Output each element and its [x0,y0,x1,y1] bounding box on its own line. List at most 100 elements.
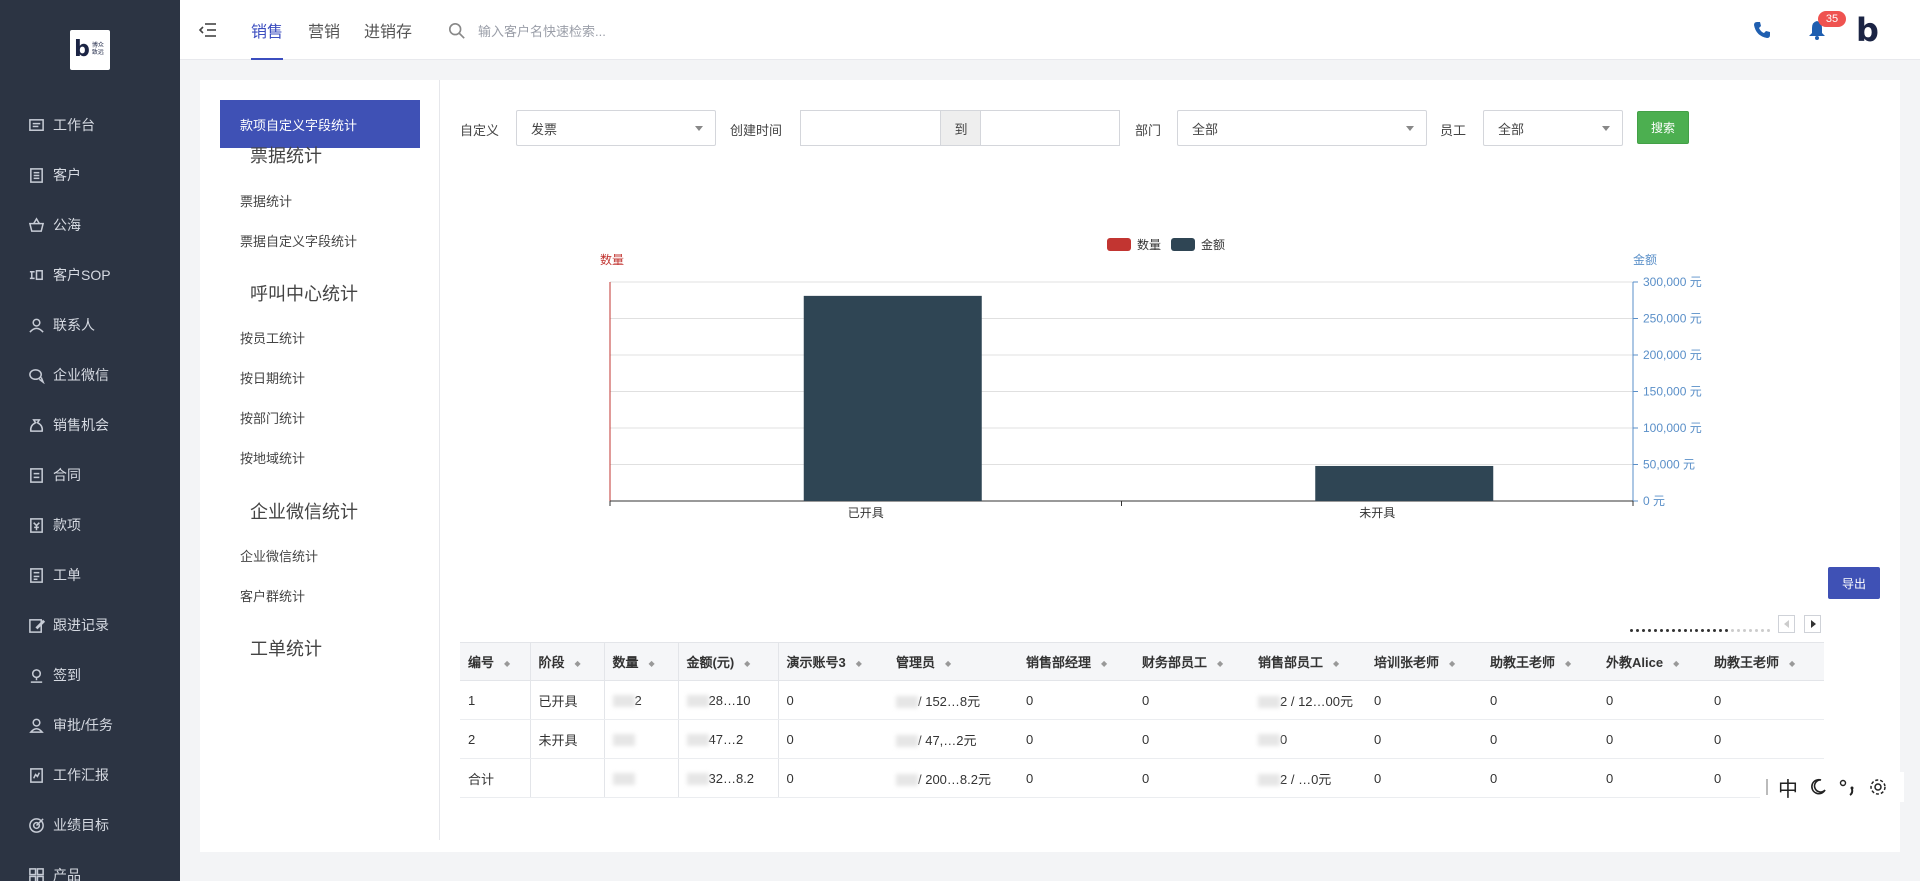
menu-collapse-icon[interactable] [198,20,218,40]
date-end-input[interactable] [980,110,1120,146]
legend-label[interactable]: 数量 [1137,237,1161,252]
search-button[interactable]: 搜索 [1637,111,1689,144]
app-logo[interactable]: b 博众致远 [70,30,110,70]
date-start-input[interactable] [800,110,941,146]
column-header[interactable]: 编号 ◆ [460,642,531,681]
legend-swatch[interactable] [1171,238,1195,251]
column-header[interactable]: 培训张老师 ◆ [1366,642,1482,681]
scroll-dot [1689,628,1693,632]
export-button[interactable]: 导出 [1828,567,1880,599]
sort-icon[interactable]: ◆ [1101,659,1107,668]
column-header[interactable]: 外教Alice ◆ [1598,642,1706,681]
sidebar-item[interactable]: 工作汇报 [0,750,180,800]
person-icon [29,318,44,333]
sort-icon[interactable]: ◆ [575,659,581,668]
gear-icon[interactable] [1868,777,1888,797]
sort-icon[interactable]: ◆ [1673,659,1679,668]
table-cell-text: 2 / …0元 [1280,771,1332,787]
punctuation-icon[interactable] [1838,777,1858,797]
sidebar-item[interactable]: 企业微信 [0,350,180,400]
table-cell-text: 0 [786,770,794,786]
tab-marketing[interactable]: 营销 [308,18,340,60]
scroll-left-button[interactable] [1778,615,1795,633]
custom-field-select[interactable]: 发票 [516,110,716,146]
sort-icon[interactable]: ◆ [744,659,750,668]
sort-icon[interactable]: ◆ [1449,659,1455,668]
table-cell-text: 0 [1490,770,1498,786]
scroll-dot [1749,628,1753,632]
column-header[interactable]: 销售部员工 ◆ [1250,642,1366,681]
submenu-item[interactable]: 按部门统计 [240,408,305,427]
input-tool-strip: 中 [1760,772,1904,802]
grid-icon [29,867,44,881]
column-header-label: 数量 [612,655,639,670]
sort-icon[interactable]: ◆ [856,659,862,668]
staff-select[interactable]: 全部 [1483,110,1623,146]
submenu-item[interactable]: 企业微信统计 [240,546,318,565]
table-cell-text: 0 [1606,692,1614,708]
column-header[interactable]: 金额(元) ◆ [678,642,779,681]
column-header[interactable]: 助教王老师 ◆ [1706,642,1824,681]
legend-label[interactable]: 金额 [1201,237,1225,252]
column-header[interactable]: 销售部经理 ◆ [1018,642,1134,681]
column-header-label: 管理员 [896,655,936,670]
scroll-dot [1755,628,1758,632]
sidebar-item[interactable]: 工单 [0,550,180,600]
submenu-item-active[interactable]: 款项自定义字段统计 [220,100,420,148]
sidebar-item[interactable]: 款项 [0,500,180,550]
column-header[interactable]: 管理员 ◆ [888,642,1018,681]
submenu-item[interactable]: 按地域统计 [240,448,305,467]
moon-icon[interactable] [1808,777,1828,797]
sidebar-item[interactable]: 工作台 [0,100,180,150]
sidebar-item[interactable]: 产品 [0,850,180,881]
sidebar-item[interactable]: 客户 [0,150,180,200]
table-cell-text: 1 [468,692,476,708]
sort-icon[interactable]: ◆ [504,659,510,668]
sidebar-item-label: 公海 [53,217,81,233]
column-header-label: 外教Alice [1606,655,1664,670]
sidebar-item[interactable]: 审批/任务 [0,700,180,750]
legend-swatch[interactable] [1107,238,1131,251]
column-header-label: 助教王老师 [1490,655,1556,670]
sidebar-item[interactable]: 联系人 [0,300,180,350]
scroll-dot [1641,628,1645,632]
bar[interactable] [803,295,982,501]
sidebar-item[interactable]: 客户SOP [0,250,180,300]
table-cell: 0 [1018,719,1134,759]
sidebar-item[interactable]: 跟进记录 [0,600,180,650]
submenu-group-title: 呼叫中心统计 [250,284,358,304]
department-select[interactable]: 全部 [1177,110,1427,146]
language-toggle[interactable]: 中 [1778,773,1798,802]
sidebar-item[interactable]: 销售机会 [0,400,180,450]
sort-icon[interactable]: ◆ [649,659,655,668]
submenu-item[interactable]: 票据自定义字段统计 [240,231,357,250]
redacted-mask [612,734,635,747]
sort-icon[interactable]: ◆ [945,659,951,668]
logo-text: 博众致远 [91,43,104,56]
submenu-item[interactable]: 票据统计 [240,191,292,210]
column-header[interactable]: 助教王老师 ◆ [1482,642,1598,681]
column-header[interactable]: 数量 ◆ [604,642,679,681]
phone-icon[interactable] [1752,20,1772,40]
column-header[interactable]: 阶段 ◆ [530,642,605,681]
sort-icon[interactable]: ◆ [1789,659,1795,668]
column-header[interactable]: 演示账号3 ◆ [778,642,888,681]
customer-search-input[interactable] [478,23,698,39]
sort-icon[interactable]: ◆ [1217,659,1223,668]
scroll-right-button[interactable] [1804,615,1821,633]
sort-icon[interactable]: ◆ [1333,659,1339,668]
sort-icon[interactable]: ◆ [1565,659,1571,668]
submenu-item[interactable]: 按日期统计 [240,368,305,387]
tab-inventory[interactable]: 进销存 [364,18,412,60]
column-header[interactable]: 财务部员工 ◆ [1134,642,1250,681]
sop-icon [29,269,43,280]
sidebar-item[interactable]: 签到 [0,650,180,700]
user-avatar-logo[interactable]: b [1856,14,1879,46]
sidebar-item[interactable]: 公海 [0,200,180,250]
sidebar-item[interactable]: 业绩目标 [0,800,180,850]
sidebar-item[interactable]: 合同 [0,450,180,500]
submenu-item[interactable]: 按员工统计 [240,328,305,347]
tab-sales[interactable]: 销售 [251,18,284,60]
bar[interactable] [1315,465,1494,501]
submenu-item[interactable]: 客户群统计 [240,586,305,605]
